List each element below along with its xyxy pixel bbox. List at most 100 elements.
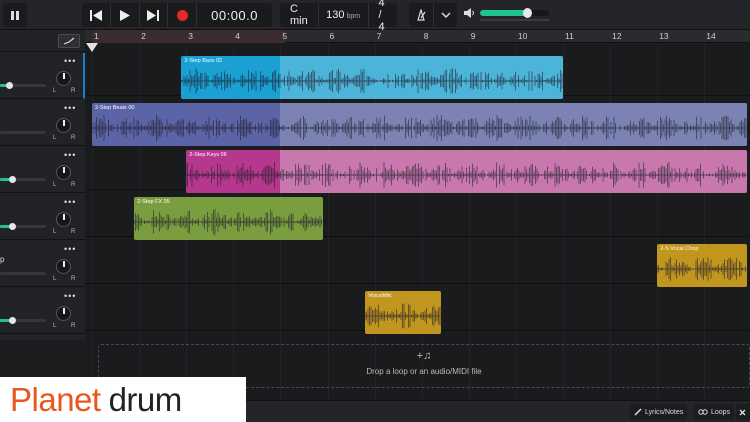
- track-options-icon[interactable]: •••: [64, 103, 76, 113]
- bar-number: 7: [376, 31, 382, 41]
- chevron-down-icon: [440, 11, 451, 18]
- pan-knob[interactable]: [56, 71, 71, 86]
- pan-knob[interactable]: [56, 306, 71, 321]
- track-volume-handle[interactable]: [8, 317, 16, 324]
- record-button[interactable]: [168, 3, 196, 27]
- track-header-toolbar: [0, 30, 85, 52]
- track-volume-handle[interactable]: [8, 176, 16, 183]
- drop-zone-text: Drop a loop or an audio/MIDI file: [366, 367, 482, 376]
- audio-clip[interactable]: 2-S Vocal Chop: [657, 244, 747, 287]
- lyrics-notes-button[interactable]: Lyrics/Notes: [630, 404, 688, 420]
- audio-clip[interactable]: 2-Step Bass 02: [181, 56, 563, 99]
- pan-knob[interactable]: [56, 165, 71, 180]
- loops-label: Loops: [711, 408, 731, 416]
- automation-icon: [63, 37, 75, 45]
- metronome-button[interactable]: [409, 3, 433, 27]
- lane-separator: [85, 283, 750, 284]
- bar-number: 3: [188, 31, 193, 41]
- track-header[interactable]: ••• L R: [0, 147, 85, 193]
- bar-number: 13: [659, 31, 669, 41]
- track-header[interactable]: ••• L R: [0, 100, 85, 146]
- pan-left-label: L: [53, 88, 57, 94]
- track-options-icon[interactable]: •••: [64, 56, 76, 66]
- pan-left-label: L: [53, 276, 57, 282]
- pencil-icon: [634, 408, 642, 416]
- close-icon: [739, 409, 746, 415]
- master-volume-handle[interactable]: [523, 8, 533, 18]
- clip-label: 2-Step Beats 00: [95, 105, 135, 111]
- pan-knob[interactable]: [56, 259, 71, 274]
- clip-label: Voice/Mic: [368, 293, 392, 299]
- time-display: 00:00.0: [211, 7, 258, 23]
- mixer-view-button[interactable]: [3, 3, 27, 27]
- clip-label: 2-S Vocal Chop: [660, 246, 699, 252]
- audio-clip[interactable]: 2-Step Keys 06: [186, 150, 747, 193]
- arrangement-area[interactable]: 2-Step Bass 02 2-Step Beats 00 2-Step Keys…: [85, 44, 750, 400]
- pan-knob[interactable]: [56, 212, 71, 227]
- automation-button[interactable]: [58, 34, 80, 48]
- track-volume-slider[interactable]: [0, 176, 46, 183]
- track-volume-slider[interactable]: [0, 272, 46, 275]
- track-volume-slider[interactable]: [0, 131, 46, 134]
- pan-left-label: L: [53, 135, 57, 141]
- metronome-icon: [417, 9, 426, 21]
- track-options-icon[interactable]: •••: [64, 150, 76, 160]
- time-signature-display[interactable]: 4 / 4: [369, 0, 397, 33]
- pan-right-label: R: [71, 135, 76, 141]
- pan-right-label: R: [71, 323, 76, 329]
- timeline-ruler[interactable]: 1 2 3 4 5 6 7 8 9 10 11 12 13 14: [85, 30, 750, 43]
- audio-clip[interactable]: Voice/Mic: [365, 291, 441, 334]
- bar-number: 10: [517, 31, 528, 41]
- track-volume-handle[interactable]: [8, 223, 16, 230]
- waveform: [365, 303, 441, 329]
- track-volume-handle[interactable]: [6, 82, 14, 89]
- audio-clip[interactable]: 2-Step FX 05: [134, 197, 323, 240]
- waveform: [134, 208, 323, 236]
- key-display[interactable]: C min: [280, 3, 318, 27]
- track-header-column: ••• L R ••• L R ••• L R ••• L R ••• p L R ••• L R: [0, 30, 85, 340]
- view-toggle-group: [3, 3, 27, 27]
- bar-number: 5: [282, 31, 288, 41]
- skip-forward-button[interactable]: [140, 3, 168, 27]
- pan-knob[interactable]: [56, 118, 71, 133]
- master-level-meter: [480, 19, 549, 21]
- track-options-icon[interactable]: •••: [64, 291, 76, 301]
- master-volume-slider[interactable]: [480, 8, 549, 18]
- pan-left-label: L: [53, 229, 57, 235]
- bar-number: 1: [94, 31, 99, 41]
- bar-gridline: [92, 44, 93, 400]
- waveform: [92, 114, 747, 142]
- close-panel-button[interactable]: [736, 404, 750, 420]
- playhead[interactable]: [86, 43, 98, 52]
- lyrics-notes-label: Lyrics/Notes: [645, 408, 684, 416]
- track-header[interactable]: ••• L R: [0, 288, 85, 334]
- clip-label: 2-Step Bass 02: [184, 58, 223, 64]
- transport-controls: 00:00.0: [82, 3, 272, 27]
- track-options-icon[interactable]: •••: [64, 244, 76, 254]
- mixer-icon: [10, 10, 19, 20]
- clip-label: 2-Step FX 05: [137, 199, 170, 205]
- master-volume-fill: [480, 10, 529, 16]
- track-header[interactable]: ••• p L R: [0, 241, 85, 287]
- track-options-icon[interactable]: •••: [64, 197, 76, 207]
- track-header[interactable]: ••• L R: [0, 53, 85, 99]
- add-music-icon: +♫: [416, 350, 432, 362]
- song-settings: C min 130 bpm 4 / 4: [280, 0, 397, 33]
- waveform: [181, 68, 563, 94]
- track-volume-slider[interactable]: [0, 82, 46, 89]
- metronome-options-button[interactable]: [434, 3, 457, 27]
- tempo-value: 130: [326, 9, 345, 21]
- bar-number: 8: [423, 31, 429, 41]
- skip-back-button[interactable]: [82, 3, 110, 27]
- tempo-display[interactable]: 130 bpm: [318, 9, 368, 21]
- track-volume-slider[interactable]: [0, 317, 46, 324]
- loops-button[interactable]: Loops: [694, 404, 735, 420]
- track-volume-slider[interactable]: [0, 223, 46, 230]
- bar-number: 11: [565, 31, 574, 41]
- bar-number: 12: [612, 31, 622, 41]
- play-button[interactable]: [111, 3, 139, 27]
- tempo-unit: bpm: [346, 13, 361, 20]
- audio-clip[interactable]: 2-Step Beats 00: [92, 103, 747, 146]
- track-header[interactable]: ••• L R: [0, 194, 85, 240]
- metronome-group: [409, 3, 457, 27]
